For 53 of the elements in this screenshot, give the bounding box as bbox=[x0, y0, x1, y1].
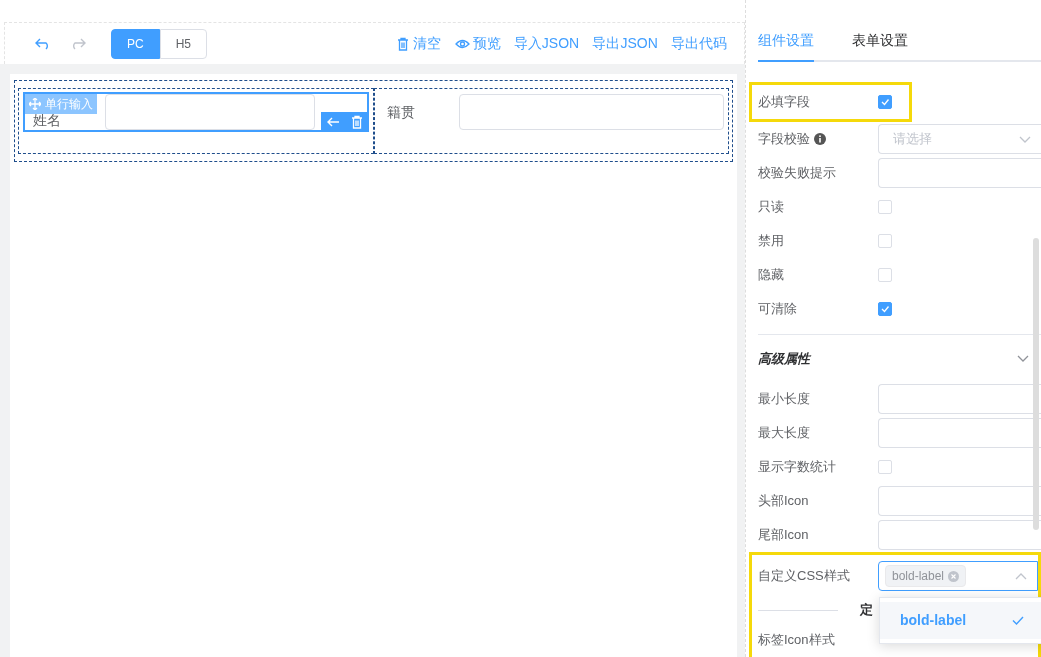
field-label: 姓名 bbox=[32, 112, 62, 128]
toolbar-link[interactable]: 预览 bbox=[449, 33, 506, 54]
section-title: 高级属性 bbox=[758, 349, 810, 368]
field-label: 籍贯 bbox=[385, 102, 416, 122]
chevron-down-icon bbox=[1019, 135, 1031, 143]
setting-label: 字段校验 bbox=[758, 130, 810, 149]
select-field[interactable]: 请选择 bbox=[878, 124, 1041, 154]
setting-label: 校验失败提示 bbox=[758, 164, 836, 183]
check-icon bbox=[1012, 616, 1024, 625]
divider-title: 定 bbox=[860, 601, 873, 620]
text-input[interactable] bbox=[105, 94, 315, 130]
text-input[interactable] bbox=[878, 158, 1041, 188]
selected-form-field[interactable]: 单行输入 姓名 bbox=[23, 92, 369, 132]
device-tab[interactable]: H5 bbox=[159, 28, 207, 59]
chevron-down-icon[interactable] bbox=[1017, 355, 1029, 362]
setting-label: 可清除 bbox=[758, 300, 797, 319]
dropdown-option[interactable]: bold-label bbox=[880, 602, 1041, 639]
move-icon bbox=[29, 98, 41, 110]
undo-icon bbox=[35, 37, 51, 50]
toolbar-link[interactable]: 导出JSON bbox=[587, 33, 663, 54]
setting-label: 尾部Icon bbox=[758, 526, 809, 545]
selected-tag[interactable]: bold-label bbox=[885, 565, 967, 587]
eye-icon bbox=[454, 37, 470, 50]
check-icon bbox=[880, 97, 890, 107]
checkbox[interactable] bbox=[878, 95, 892, 109]
arrow-left-icon bbox=[325, 115, 340, 129]
toolbar-link[interactable]: 导入JSON bbox=[508, 33, 585, 54]
setting-label: 最小长度 bbox=[758, 390, 810, 409]
close-icon bbox=[948, 570, 960, 582]
device-tab[interactable]: PC bbox=[111, 28, 160, 59]
trash-icon bbox=[349, 115, 364, 129]
checkbox[interactable] bbox=[878, 302, 892, 316]
panel-tab[interactable]: 表单设置 bbox=[852, 28, 908, 60]
widget-tag[interactable]: 单行输入 bbox=[25, 94, 97, 114]
panel-tab[interactable]: 组件设置 bbox=[758, 28, 814, 62]
toolbar-link[interactable]: 导出代码 bbox=[666, 33, 732, 54]
setting-label: 标签Icon样式 bbox=[758, 631, 835, 650]
widget-tag-label: 单行输入 bbox=[45, 96, 93, 113]
text-input[interactable] bbox=[458, 94, 724, 130]
setting-label: 禁用 bbox=[758, 232, 784, 251]
check-icon bbox=[880, 304, 890, 314]
setting-label: 必填字段 bbox=[758, 93, 810, 112]
multi-select-field[interactable]: bold-label bbox=[878, 561, 1038, 591]
setting-label: 自定义CSS样式 bbox=[758, 567, 850, 586]
setting-label: 只读 bbox=[758, 198, 784, 217]
setting-label: 隐藏 bbox=[758, 266, 784, 285]
toolbar-link[interactable]: 清空 bbox=[391, 33, 447, 54]
setting-label: 显示字数统计 bbox=[758, 458, 836, 477]
scrollbar[interactable] bbox=[1033, 238, 1039, 530]
chevron-up-icon bbox=[1015, 572, 1027, 580]
setting-label: 头部Icon bbox=[758, 492, 809, 511]
setting-label: 最大长度 bbox=[758, 424, 810, 443]
trash-icon bbox=[396, 36, 411, 51]
